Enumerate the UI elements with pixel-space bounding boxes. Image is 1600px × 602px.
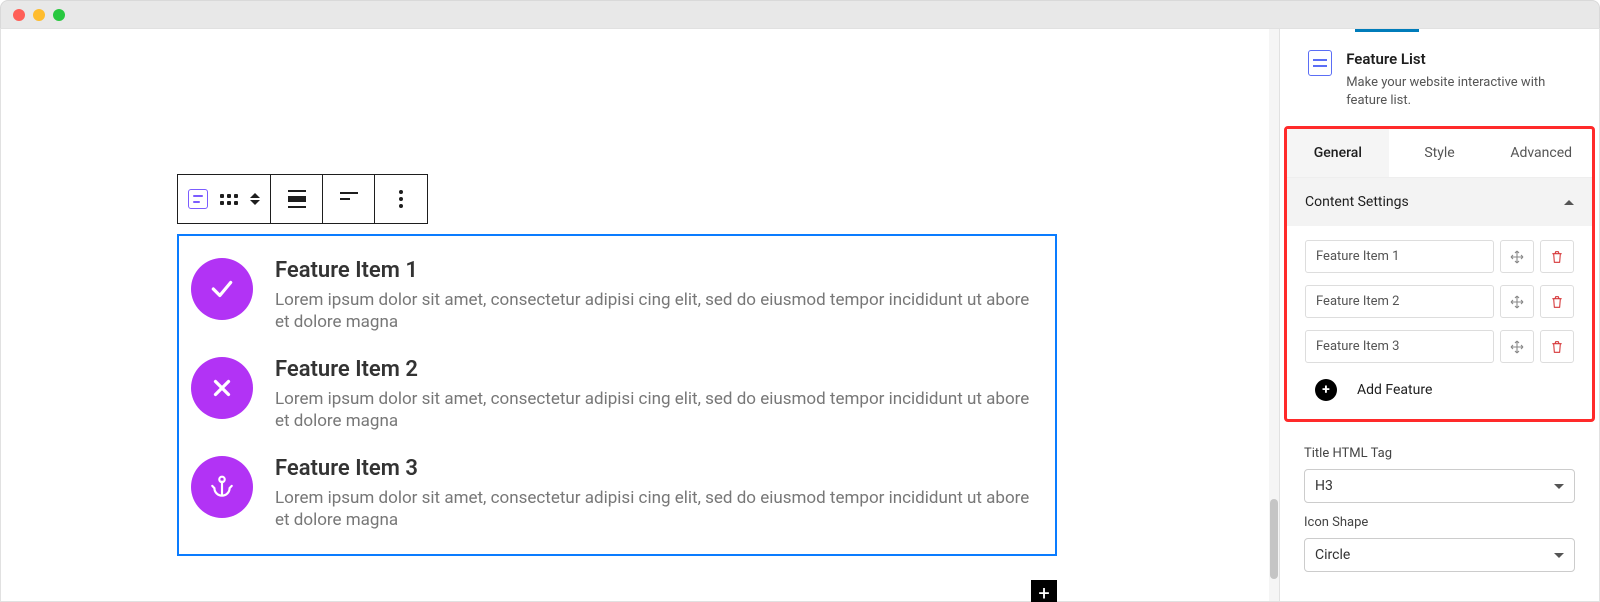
trash-icon bbox=[1549, 249, 1565, 265]
drag-handle-icon[interactable] bbox=[220, 194, 238, 205]
times-icon bbox=[191, 357, 253, 419]
repeater-item-label[interactable]: Feature Item 2 bbox=[1305, 285, 1494, 318]
tab-style[interactable]: Style bbox=[1389, 129, 1491, 177]
feature-title: Feature Item 2 bbox=[275, 357, 1043, 382]
window-titlebar bbox=[0, 0, 1600, 28]
field-label: Title HTML Tag bbox=[1304, 446, 1575, 461]
window-body: Feature Item 1 Lorem ipsum dolor sit ame… bbox=[0, 28, 1600, 602]
scrollbar-thumb[interactable] bbox=[1270, 499, 1278, 579]
select-value: H3 bbox=[1315, 478, 1333, 494]
icon-shape-field: Icon Shape Circle bbox=[1280, 503, 1599, 572]
delete-item-button[interactable] bbox=[1540, 330, 1574, 363]
feature-desc: Lorem ipsum dolor sit amet, consectetur … bbox=[275, 487, 1043, 531]
maximize-window-icon[interactable] bbox=[53, 9, 65, 21]
feature-desc: Lorem ipsum dolor sit amet, consectetur … bbox=[275, 388, 1043, 432]
block-name: Feature List bbox=[1346, 50, 1583, 68]
feature-desc: Lorem ipsum dolor sit amet, consectetur … bbox=[275, 289, 1043, 333]
add-feature-button[interactable]: + Add Feature bbox=[1287, 363, 1592, 405]
field-label: Icon Shape bbox=[1304, 515, 1575, 530]
delete-item-button[interactable] bbox=[1540, 285, 1574, 318]
editor-canvas[interactable]: Feature Item 1 Lorem ipsum dolor sit ame… bbox=[1, 29, 1269, 601]
repeater-item: Feature Item 1 bbox=[1305, 240, 1574, 273]
duplicate-item-button[interactable] bbox=[1500, 240, 1534, 273]
repeater-item: Feature Item 3 bbox=[1305, 330, 1574, 363]
check-icon bbox=[191, 258, 253, 320]
align-left-button[interactable] bbox=[323, 175, 375, 223]
icon-shape-select[interactable]: Circle bbox=[1304, 538, 1575, 572]
scrollbar[interactable] bbox=[1269, 29, 1279, 601]
settings-tabs: General Style Advanced bbox=[1287, 129, 1592, 178]
anchor-icon bbox=[191, 456, 253, 518]
feature-item[interactable]: Feature Item 1 Lorem ipsum dolor sit ame… bbox=[191, 246, 1043, 345]
feature-list-icon bbox=[1308, 50, 1332, 76]
block-toolbar-group bbox=[178, 175, 271, 223]
feature-item[interactable]: Feature Item 2 Lorem ipsum dolor sit ame… bbox=[191, 345, 1043, 444]
duplicate-item-button[interactable] bbox=[1500, 285, 1534, 318]
repeater-item-label[interactable]: Feature Item 3 bbox=[1305, 330, 1494, 363]
align-full-button[interactable] bbox=[271, 175, 323, 223]
minimize-window-icon[interactable] bbox=[33, 9, 45, 21]
close-window-icon[interactable] bbox=[13, 9, 25, 21]
block-description: Make your website interactive with featu… bbox=[1346, 74, 1583, 110]
duplicate-item-button[interactable] bbox=[1500, 330, 1534, 363]
feature-title: Feature Item 1 bbox=[275, 258, 1043, 283]
trash-icon bbox=[1549, 339, 1565, 355]
move-icon bbox=[1509, 339, 1525, 355]
move-icon bbox=[1509, 294, 1525, 310]
add-block-button[interactable]: + bbox=[1031, 580, 1057, 602]
trash-icon bbox=[1549, 294, 1565, 310]
select-value: Circle bbox=[1315, 547, 1350, 563]
chevron-down-icon bbox=[1554, 484, 1564, 489]
panel-header: Feature List Make your website interacti… bbox=[1280, 32, 1599, 126]
tab-advanced[interactable]: Advanced bbox=[1490, 129, 1592, 177]
highlighted-settings-area: General Style Advanced Content Settings … bbox=[1284, 126, 1595, 422]
settings-sidebar: Feature List Make your website interacti… bbox=[1279, 29, 1599, 601]
content-settings-toggle[interactable]: Content Settings bbox=[1287, 178, 1592, 226]
repeater-item: Feature Item 2 bbox=[1305, 285, 1574, 318]
add-feature-label: Add Feature bbox=[1357, 382, 1432, 398]
delete-item-button[interactable] bbox=[1540, 240, 1574, 273]
block-type-icon[interactable] bbox=[188, 189, 208, 209]
more-options-button[interactable] bbox=[375, 175, 427, 223]
feature-repeater: Feature Item 1 Feature Item 2 bbox=[1287, 226, 1592, 363]
tab-general[interactable]: General bbox=[1287, 129, 1389, 177]
move-updown-button[interactable] bbox=[250, 193, 260, 205]
feature-item[interactable]: Feature Item 3 Lorem ipsum dolor sit ame… bbox=[191, 444, 1043, 543]
plus-circle-icon: + bbox=[1315, 379, 1337, 401]
chevron-up-icon bbox=[1564, 200, 1574, 205]
title-tag-select[interactable]: H3 bbox=[1304, 469, 1575, 503]
feature-list-block[interactable]: Feature Item 1 Lorem ipsum dolor sit ame… bbox=[177, 234, 1057, 556]
feature-title: Feature Item 3 bbox=[275, 456, 1043, 481]
repeater-item-label[interactable]: Feature Item 1 bbox=[1305, 240, 1494, 273]
block-toolbar bbox=[177, 174, 428, 224]
move-icon bbox=[1509, 249, 1525, 265]
title-tag-field: Title HTML Tag H3 bbox=[1280, 434, 1599, 503]
chevron-down-icon bbox=[1554, 553, 1564, 558]
section-title: Content Settings bbox=[1305, 194, 1409, 210]
